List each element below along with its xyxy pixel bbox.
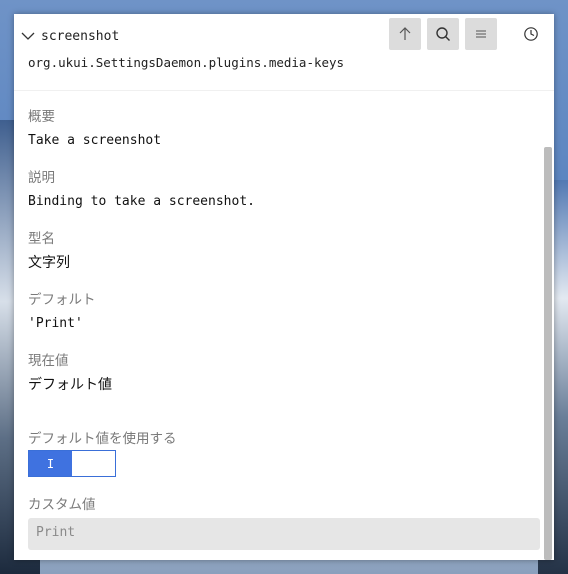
breadcrumb[interactable]: screenshot (20, 26, 119, 46)
scrollbar[interactable] (544, 147, 552, 560)
use-default-field: デフォルト値を使用する (28, 430, 177, 448)
use-default-toggle[interactable]: I (28, 450, 116, 477)
go-up-button[interactable] (389, 18, 421, 50)
default-field: デフォルト 'Print' (28, 291, 96, 333)
hamburger-menu-icon (476, 30, 486, 38)
current-value: デフォルト値 (28, 377, 112, 393)
title-bar: screenshot (14, 14, 554, 58)
type-value: 文字列 (28, 255, 70, 271)
search-icon (436, 27, 450, 41)
current-field: 現在値 デフォルト値 (28, 352, 112, 394)
key-path: org.ukui.SettingsDaemon.plugins.media-ke… (28, 56, 345, 70)
description-label: 説明 (28, 170, 55, 186)
chevron-down-icon (21, 32, 35, 40)
default-label: デフォルト (28, 292, 96, 308)
history-button[interactable] (515, 18, 547, 50)
arrow-up-icon (399, 27, 411, 40)
current-label: 現在値 (28, 353, 69, 369)
menu-button[interactable] (465, 18, 497, 50)
dconf-editor-window: screenshot org.ukui.SettingsDaemon.plugi… (14, 14, 554, 560)
description-value: Binding to take a screenshot. (28, 194, 255, 209)
type-label: 型名 (28, 231, 55, 247)
search-button[interactable] (427, 18, 459, 50)
divider (14, 90, 554, 91)
toggle-off-segment (72, 451, 115, 476)
description-field: 説明 Binding to take a screenshot. (28, 169, 255, 211)
clock-icon (524, 27, 538, 41)
custom-value-field: カスタム値 (28, 496, 96, 514)
custom-value-input[interactable]: Print (28, 518, 540, 550)
use-default-label: デフォルト値を使用する (28, 431, 177, 447)
toggle-on-segment: I (29, 451, 72, 476)
summary-label: 概要 (28, 109, 55, 125)
type-field: 型名 文字列 (28, 230, 70, 272)
custom-value-label: カスタム値 (28, 497, 96, 513)
summary-value: Take a screenshot (28, 133, 162, 148)
breadcrumb-label: screenshot (41, 28, 120, 44)
default-value: 'Print' (28, 316, 83, 331)
summary-field: 概要 Take a screenshot (28, 108, 161, 150)
